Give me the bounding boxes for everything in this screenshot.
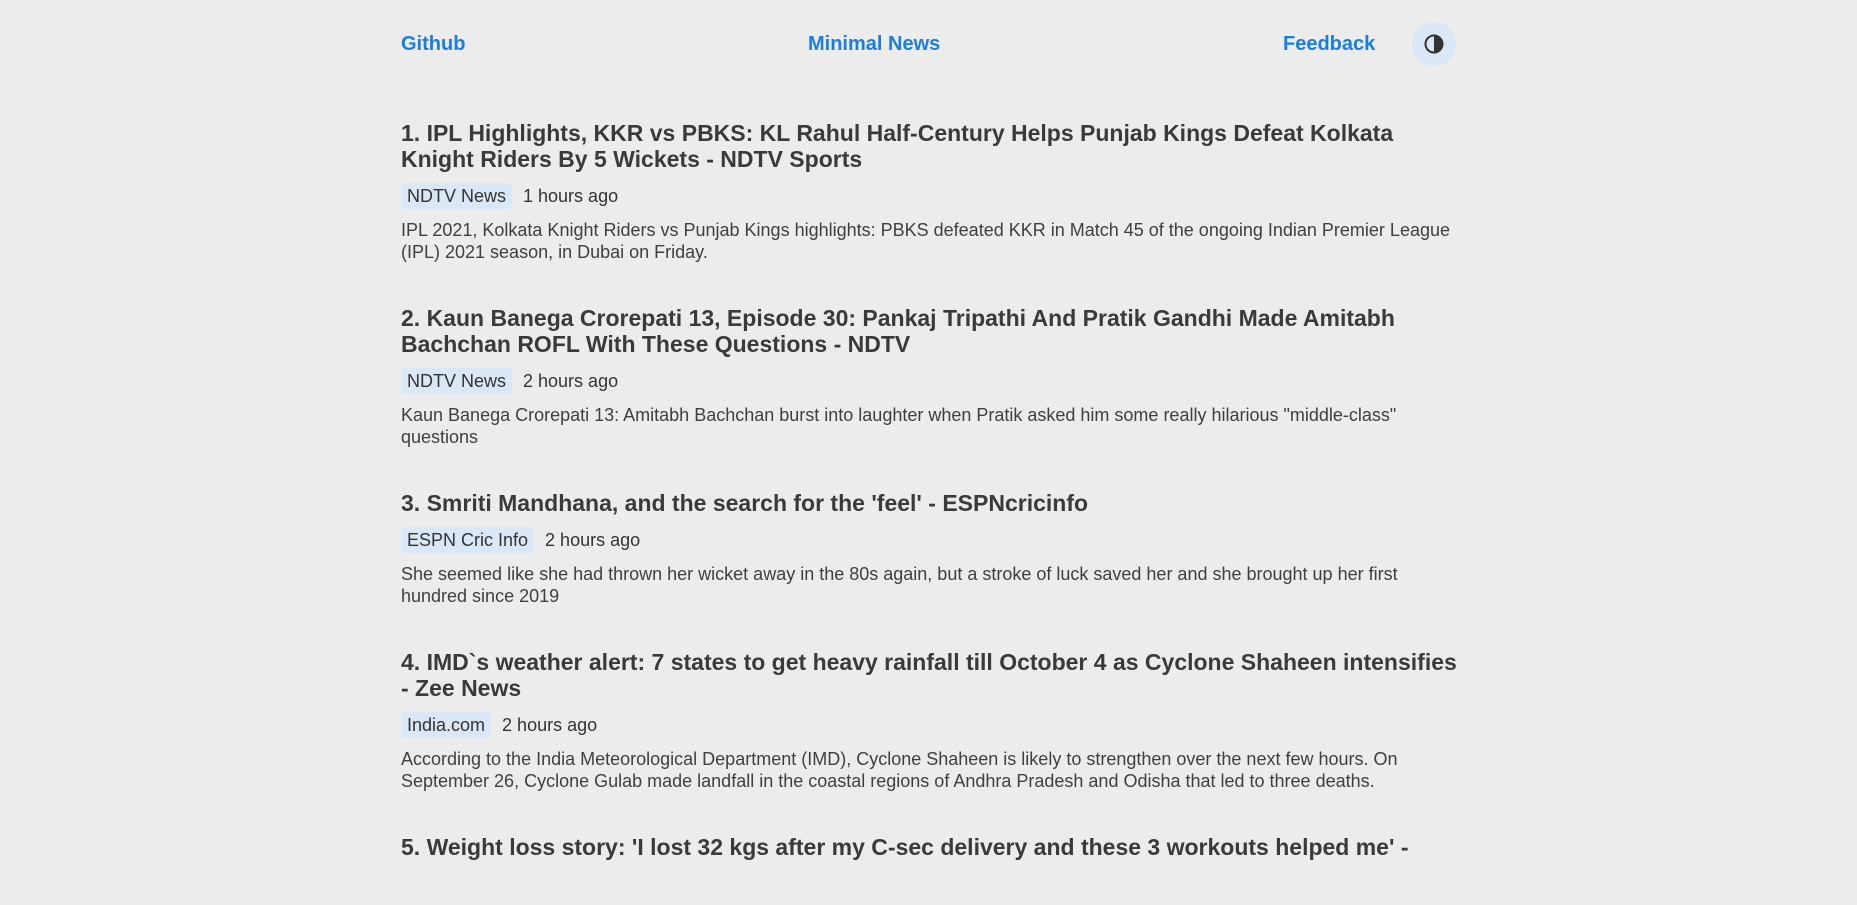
news-item: 2. Kaun Banega Crorepati 13, Episode 30:…	[401, 305, 1457, 448]
news-title-link[interactable]: 4. IMD`s weather alert: 7 states to get …	[401, 649, 1457, 701]
site-title-link[interactable]: Minimal News	[808, 33, 940, 55]
source-badge: ESPN Cric Info	[401, 527, 535, 553]
news-item: 5. Weight loss story: 'I lost 32 kgs aft…	[401, 834, 1457, 860]
news-item: 1. IPL Highlights, KKR vs PBKS: KL Rahul…	[401, 120, 1457, 263]
news-meta: NDTV News 1 hours ago	[401, 183, 1457, 209]
timestamp: 2 hours ago	[523, 370, 619, 391]
timestamp: 2 hours ago	[502, 714, 598, 735]
source-badge: NDTV News	[401, 183, 513, 209]
timestamp: 2 hours ago	[545, 529, 641, 550]
news-meta: India.com 2 hours ago	[401, 712, 1457, 738]
contrast-icon	[1423, 33, 1445, 55]
news-title-link[interactable]: 1. IPL Highlights, KKR vs PBKS: KL Rahul…	[401, 120, 1457, 172]
top-nav: Github Minimal News Feedback	[401, 0, 1457, 89]
feedback-link[interactable]: Feedback	[1283, 33, 1375, 55]
source-badge: India.com	[401, 712, 492, 738]
news-list: 1. IPL Highlights, KKR vs PBKS: KL Rahul…	[401, 120, 1457, 860]
news-meta: ESPN Cric Info 2 hours ago	[401, 527, 1457, 553]
news-title-link[interactable]: 3. Smriti Mandhana, and the search for t…	[401, 490, 1457, 516]
news-summary: Kaun Banega Crorepati 13: Amitabh Bachch…	[401, 405, 1397, 447]
theme-toggle-button[interactable]	[1412, 22, 1456, 66]
news-title-link[interactable]: 5. Weight loss story: 'I lost 32 kgs aft…	[401, 834, 1457, 860]
news-summary: She seemed like she had thrown her wicke…	[401, 564, 1398, 606]
github-link[interactable]: Github	[401, 33, 465, 55]
timestamp: 1 hours ago	[523, 185, 619, 206]
source-badge: NDTV News	[401, 368, 513, 394]
news-item: 3. Smriti Mandhana, and the search for t…	[401, 490, 1457, 607]
news-title-link[interactable]: 2. Kaun Banega Crorepati 13, Episode 30:…	[401, 305, 1457, 357]
page-container: Github Minimal News Feedback 1. IPL High…	[401, 0, 1457, 860]
news-summary: According to the India Meteorological De…	[401, 749, 1398, 791]
news-item: 4. IMD`s weather alert: 7 states to get …	[401, 649, 1457, 792]
news-meta: NDTV News 2 hours ago	[401, 368, 1457, 394]
news-summary: IPL 2021, Kolkata Knight Riders vs Punja…	[401, 220, 1450, 262]
